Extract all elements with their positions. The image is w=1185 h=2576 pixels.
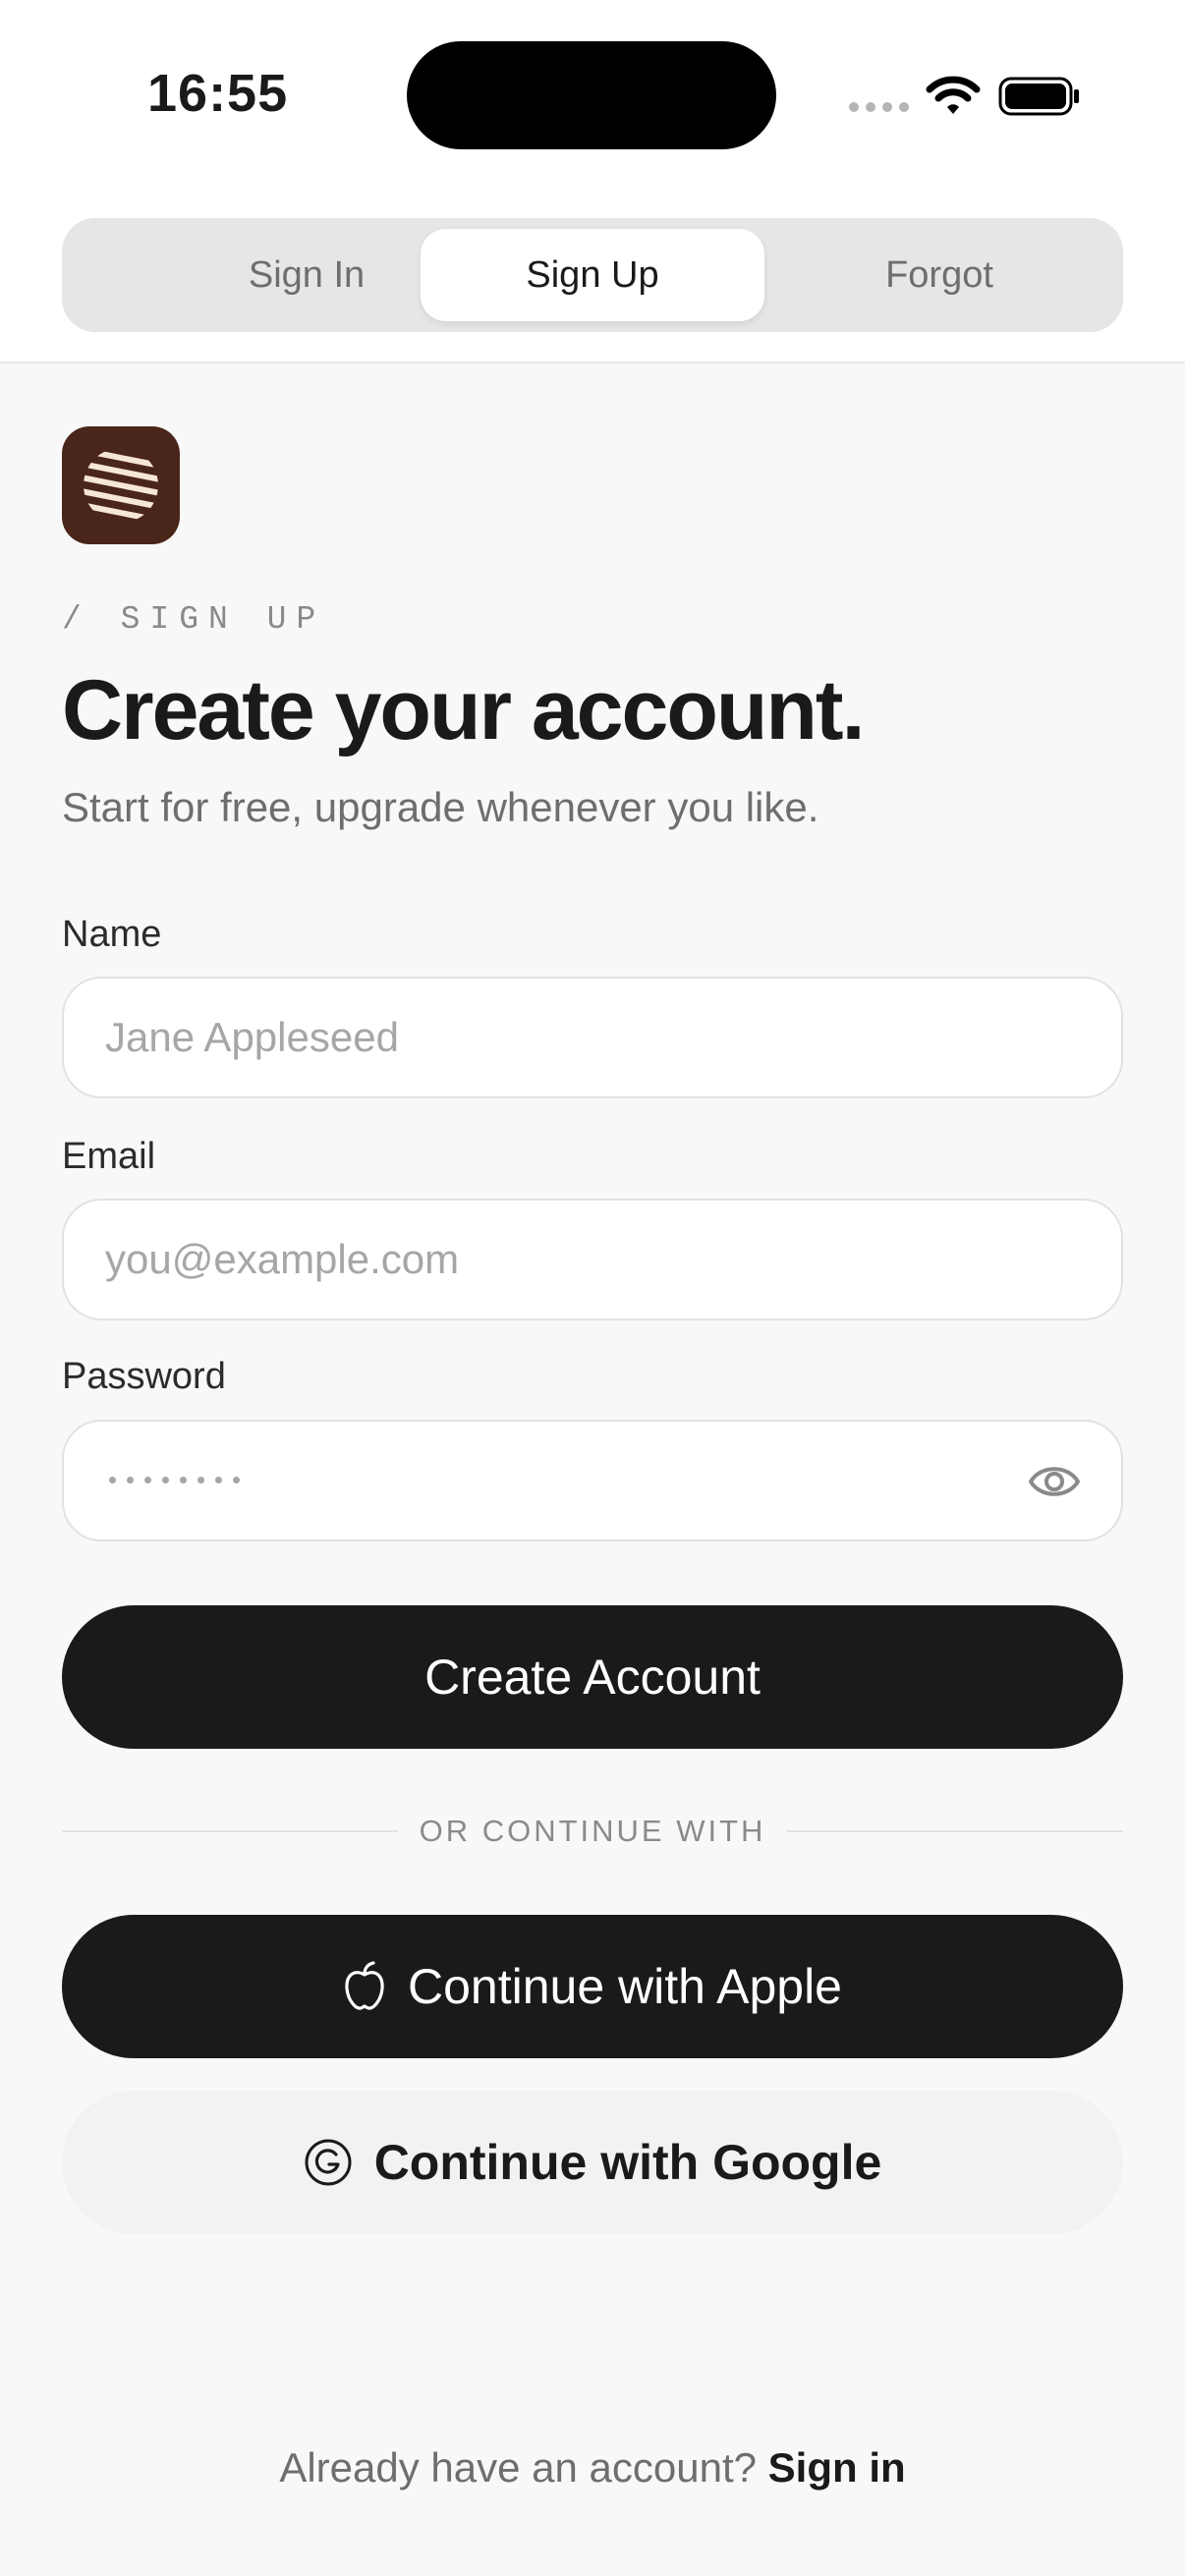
create-account-label: Create Account [424,1650,761,1705]
name-label: Name [62,914,162,955]
auth-header: Sign In Sign Up Forgot [0,196,1185,364]
password-label: Password [62,1356,226,1397]
email-input[interactable] [105,1201,1029,1318]
page-subtitle: Start for free, upgrade whenever you lik… [62,784,819,830]
eye-icon[interactable] [1027,1457,1082,1506]
name-input[interactable] [105,979,1029,1096]
name-field-container [62,977,1123,1098]
continue-with-apple-button[interactable]: Continue with Apple [62,1915,1123,2058]
sign-in-prompt: Already have an account? Sign in [0,2444,1185,2492]
continue-with-google-button[interactable]: Continue with Google [62,2091,1123,2234]
wifi-icon [926,76,981,114]
dynamic-island [407,41,776,149]
continue-with-google-label: Continue with Google [373,2135,882,2190]
auth-tab-control: Sign In Sign Up Forgot [62,218,1123,332]
battery-icon [998,77,1079,116]
cellular-signal-icon [849,102,909,112]
email-label: Email [62,1136,156,1177]
divider-text: OR CONTINUE WITH [419,1814,766,1848]
tab-forgot[interactable]: Forgot [767,229,1111,321]
sign-in-prompt-text: Already have an account? [279,2444,757,2491]
page-title: Create your account. [62,663,865,757]
email-field-container [62,1199,1123,1320]
continue-with-apple-label: Continue with Apple [408,1959,842,2014]
tab-sign-up[interactable]: Sign Up [421,229,764,321]
app-logo-icon [62,426,180,544]
status-bar: 16:55 [0,0,1185,196]
create-account-button[interactable]: Create Account [62,1605,1123,1749]
google-icon [305,2139,352,2186]
page-eyebrow: / SIGN UP [62,601,326,638]
apple-icon [345,1961,384,2010]
password-field[interactable] [62,1420,1123,1541]
password-mask [109,1477,240,1484]
status-time: 16:55 [147,64,289,123]
sign-in-link[interactable]: Sign in [768,2444,906,2491]
